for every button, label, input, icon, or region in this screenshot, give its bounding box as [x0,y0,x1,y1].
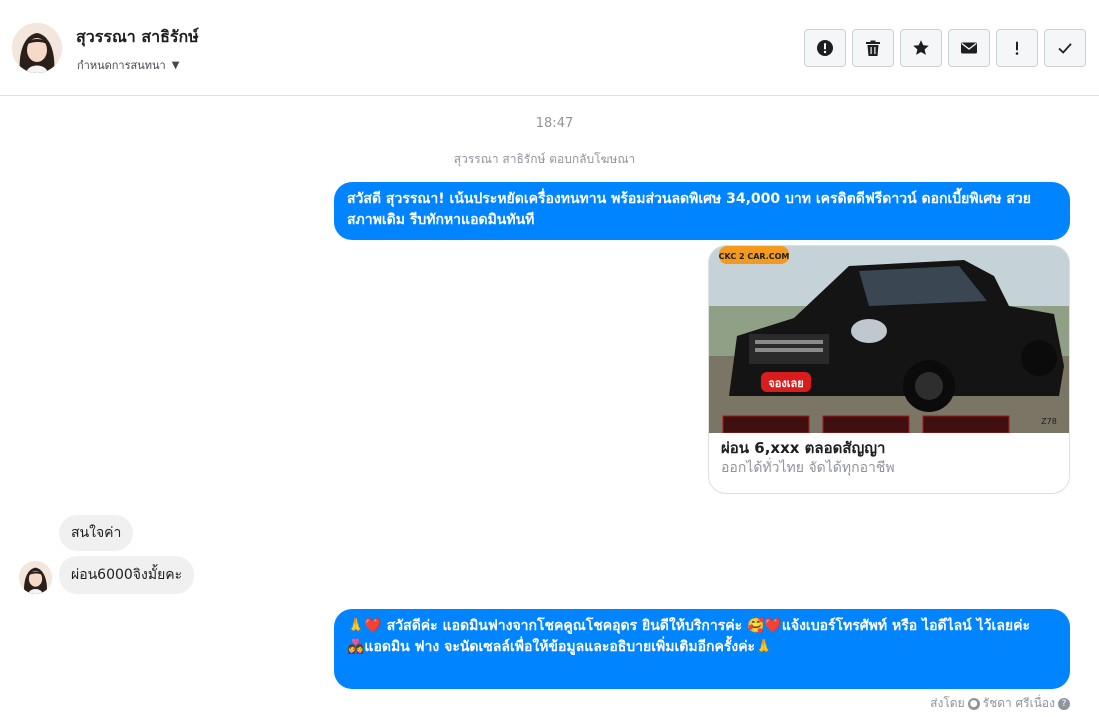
user-icon: ● [967,697,980,710]
alert-icon [817,40,833,56]
spam-button[interactable] [996,29,1038,67]
exclamation-icon [1015,41,1019,55]
ad-badge-text: จองเลย [768,377,803,390]
ad-reply-note: สุวรรณา สาธิรักษ์ ตอบกลับโฆษณา [453,152,636,166]
star-icon [913,40,929,55]
assign-conversation-label: กำหนดการสนทนา [77,59,166,72]
outgoing-message: สวัสดี สุวรรณา! เน้นประหยัดเครื่องทนทาน … [334,182,1070,240]
done-button[interactable] [1044,29,1086,67]
envelope-icon [961,42,977,54]
sent-by-name[interactable]: รัชดา ศรีเนื่อง [983,694,1055,713]
star-button[interactable] [900,29,942,67]
contact-avatar[interactable] [12,23,62,73]
delete-button[interactable] [852,29,894,67]
ad-tag-text: Z78 [1041,417,1057,426]
assign-conversation-dropdown[interactable]: กำหนดการสนทนา ▼ [77,56,179,74]
outgoing-message: 🙏❤️ สวัสดีค่ะ แอดมินฟางจากโชคคูณโชคอุดร … [334,609,1070,689]
conversation-header: สุวรรณา สาธิรักษ์ กำหนดการสนทนา ▼ [0,0,1099,96]
ad-logo-text: CKC 2 CAR.COM [719,252,790,261]
ad-card[interactable]: จองเลย CKC 2 CAR.COM Z78 ผ่อน 6,xxx ตลอด… [708,245,1070,494]
ad-card-subtitle: ออกได้ทั่วไทย จัดได้ทุกอาชีพ [721,460,895,476]
message-timestamp: 18:47 [535,116,574,131]
sent-by-label: ส่งโดย [930,696,965,710]
help-icon[interactable]: ? [1058,697,1070,710]
message-line: 👩‍❤️‍👩แอดมิน ฟาง จะนัดเซลล์เพื่อให้ข้อมู… [347,639,773,655]
incoming-message: สนใจค่า [59,515,134,551]
report-button[interactable] [804,29,846,67]
message-line: 🙏❤️ สวัสดีค่ะ แอดมินฟางจากโชคคูณโชคอุดร … [347,618,1030,634]
contact-avatar-small [19,561,52,594]
ad-card-image: จองเลย CKC 2 CAR.COM Z78 [709,246,1069,434]
caret-down-icon: ▼ [171,59,180,71]
contact-name: สุวรรณา สาธิรักษ์ [76,27,199,46]
incoming-message: ผ่อน6000จิงมั้ยคะ [59,556,195,594]
sent-by-info: ส่งโดย ● รัชดา ศรีเนื่อง ? [930,694,1070,713]
conversation-toolbar [804,29,1086,67]
check-icon [1058,43,1072,54]
mark-unread-button[interactable] [948,29,990,67]
trash-icon [866,40,880,56]
